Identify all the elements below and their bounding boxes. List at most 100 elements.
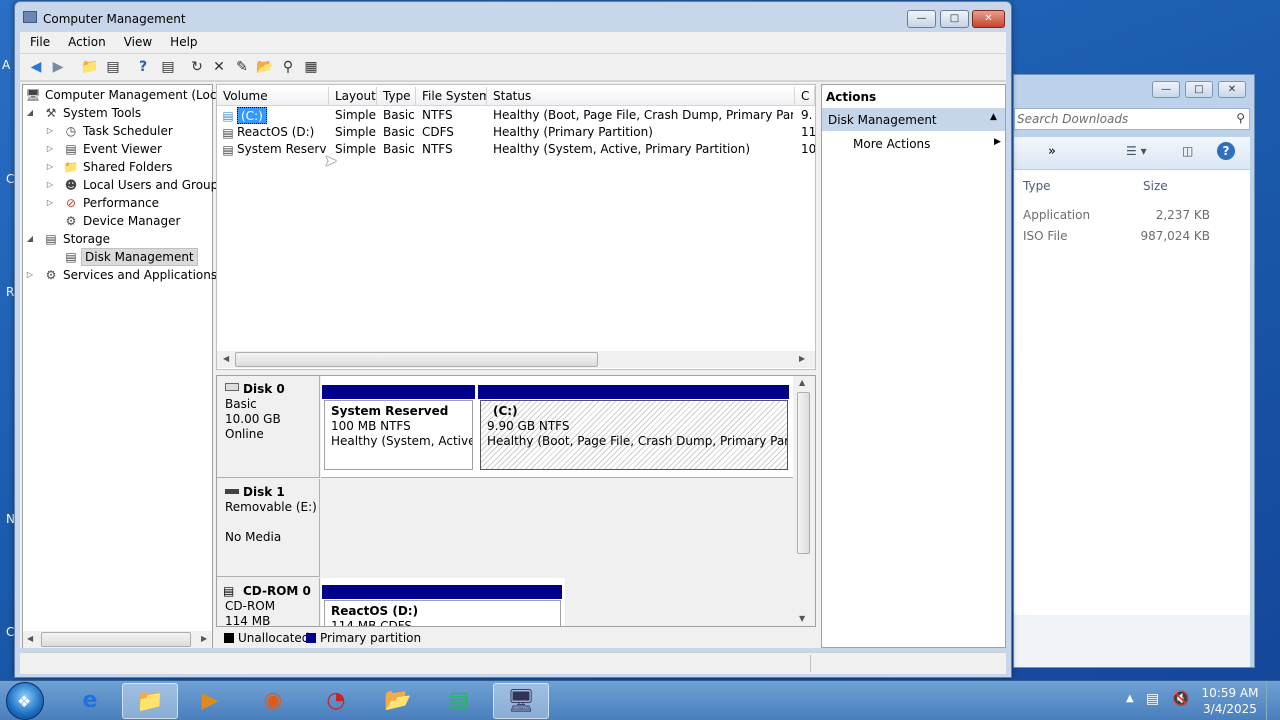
close-button[interactable]: ✕: [1218, 81, 1246, 98]
internet-explorer-icon[interactable]: e: [62, 683, 118, 719]
column-header-size[interactable]: Size: [1143, 179, 1168, 193]
preview-pane-icon[interactable]: ◫: [1182, 144, 1193, 158]
window-title: Computer Management: [43, 12, 186, 26]
users-icon: ☻: [64, 178, 78, 192]
clock-date: 3/4/2025: [1203, 702, 1257, 716]
help-icon[interactable]: ?: [1217, 142, 1235, 160]
menu-help[interactable]: Help: [160, 32, 205, 49]
help-icon[interactable]: ?: [134, 58, 152, 76]
scrollbar-thumb[interactable]: [797, 392, 810, 554]
window-titlebar[interactable]: Computer Management — □ ✕: [15, 2, 1011, 32]
up-folder-icon[interactable]: 📁: [81, 58, 99, 76]
computer-management-icon: [23, 11, 37, 23]
minimize-button[interactable]: —: [1152, 81, 1180, 98]
expand-icon[interactable]: ▷: [45, 158, 55, 176]
expand-icon[interactable]: ▷: [45, 176, 55, 194]
scrollbar-thumb[interactable]: [41, 632, 191, 647]
disk-icon: [225, 383, 239, 391]
partition-system-reserved[interactable]: System Reserved 100 MB NTFS Healthy (Sys…: [324, 400, 473, 470]
file-type[interactable]: ISO File: [1023, 229, 1068, 243]
scroll-right-icon[interactable]: ▶: [201, 634, 207, 643]
column-header-capacity[interactable]: C: [795, 87, 815, 106]
tree-item-label: Services and Applications: [63, 268, 218, 282]
tree-item-label: Computer Management (Local: [45, 88, 228, 102]
show-hide-tree-icon[interactable]: ▤: [104, 58, 122, 76]
file-type[interactable]: Application: [1023, 208, 1090, 222]
disk-0-label[interactable]: Disk 0 Basic 10.00 GB Online: [217, 376, 320, 478]
collapse-section-icon[interactable]: ▲: [990, 112, 997, 122]
folder-app-icon[interactable]: 📂: [370, 683, 426, 719]
show-hidden-icons-chevron[interactable]: ▲: [1126, 693, 1134, 704]
downloads-file-list: Type Size Application 2,237 KB ISO File …: [1014, 170, 1250, 615]
view-options-icon[interactable]: ☰ ▾: [1126, 144, 1147, 158]
search-icon[interactable]: ⚲: [279, 58, 297, 76]
expand-icon[interactable]: ▷: [45, 194, 55, 212]
taskbar: ❖ e 📁 ▶ ◉ ◔ 📂 ▤ 🖥 ▲ ▤ 🔇 10:59 AM 3/4/202…: [0, 680, 1280, 720]
column-header-type[interactable]: Type: [1023, 179, 1051, 193]
downloads-window[interactable]: — □ ✕ Search Downloads ⚲ » ☰ ▾ ◫ ? Type …: [1013, 74, 1255, 668]
minimize-button[interactable]: —: [907, 10, 936, 28]
media-player-icon[interactable]: ▶: [182, 683, 238, 719]
scroll-up-icon[interactable]: ▲: [799, 378, 805, 387]
column-header-file-system[interactable]: File System: [416, 87, 487, 106]
disk-properties-icon[interactable]: ▦: [302, 58, 320, 76]
close-button[interactable]: ✕: [972, 10, 1005, 28]
expand-icon[interactable]: ▷: [45, 122, 55, 140]
file-explorer-icon[interactable]: 📁: [122, 683, 178, 719]
expand-icon[interactable]: ▷: [45, 140, 55, 158]
collapse-icon[interactable]: ◢: [25, 230, 35, 248]
tree-horizontal-scrollbar[interactable]: ◀ ▶: [23, 631, 212, 648]
more-actions-item[interactable]: More Actions ▶: [822, 134, 1005, 156]
performance-icon: ⊘: [65, 196, 77, 210]
cdrom-0-label[interactable]: ▤ CD-ROM 0 CD-ROM 114 MB: [217, 578, 320, 626]
search-downloads-input[interactable]: Search Downloads ⚲: [1014, 108, 1250, 130]
properties-icon[interactable]: ✎: [233, 58, 251, 76]
partition-reactos-d[interactable]: ReactOS (D:) 114 MB CDFS: [324, 600, 561, 626]
control-panel-icon[interactable]: ▤: [431, 683, 487, 719]
delete-icon[interactable]: ✕: [210, 58, 228, 76]
tree-item-label: Event Viewer: [83, 142, 162, 156]
network-icon[interactable]: ▤: [1146, 691, 1159, 707]
more-chevron[interactable]: »: [1048, 144, 1056, 159]
column-header-volume[interactable]: Volume: [217, 87, 329, 106]
disk-1-label[interactable]: Disk 1 Removable (E:) No Media: [217, 479, 320, 577]
menu-view[interactable]: View: [114, 32, 160, 49]
scroll-left-icon[interactable]: ◀: [223, 354, 229, 363]
scroll-left-icon[interactable]: ◀: [27, 634, 33, 643]
system-clock[interactable]: 10:59 AM 3/4/2025: [1200, 685, 1260, 717]
refresh-icon[interactable]: ↻: [188, 58, 206, 76]
primary-partition-bar: [322, 585, 562, 599]
back-arrow-icon[interactable]: ◀: [27, 58, 45, 76]
menu-action[interactable]: Action: [58, 32, 114, 49]
downloads-titlebar[interactable]: — □ ✕: [1014, 75, 1254, 107]
partition-c-drive[interactable]: (C:) 9.90 GB NTFS Healthy (Boot, Page Fi…: [480, 400, 788, 470]
volume-list-horizontal-scrollbar[interactable]: ◀ ▶: [217, 351, 815, 368]
column-header-status[interactable]: Status: [487, 87, 795, 106]
computer-management-window[interactable]: Computer Management — □ ✕ File Action View…: [14, 1, 1012, 678]
scrollbar-thumb[interactable]: [235, 352, 598, 367]
firefox-icon[interactable]: ◉: [245, 683, 301, 719]
column-header-type[interactable]: Type: [377, 87, 416, 106]
maximize-button[interactable]: □: [1185, 81, 1213, 98]
open-folder-icon[interactable]: 📂: [256, 58, 274, 76]
actions-section-label: Disk Management: [828, 113, 937, 127]
scroll-right-icon[interactable]: ▶: [799, 354, 805, 363]
start-button[interactable]: ❖: [6, 682, 44, 720]
actions-section-disk-management[interactable]: Disk Management ▲: [822, 108, 1005, 131]
expand-icon[interactable]: ▷: [25, 266, 35, 284]
volume-muted-icon[interactable]: 🔇: [1172, 691, 1189, 707]
maximize-button[interactable]: □: [940, 10, 969, 28]
collapse-icon[interactable]: ◢: [25, 104, 35, 122]
disk-view-vertical-scrollbar[interactable]: ▲ ▼: [795, 376, 812, 626]
scroll-down-icon[interactable]: ▼: [799, 614, 805, 623]
primary-partition-swatch: [306, 633, 316, 643]
search-icon[interactable]: ⚲: [1236, 111, 1245, 125]
volume-type: Basic: [383, 142, 415, 156]
show-desktop-button[interactable]: [1266, 681, 1280, 720]
computer-management-taskbar-icon[interactable]: 🖥: [493, 683, 549, 719]
app-logo-icon[interactable]: ◔: [308, 683, 364, 719]
column-header-layout[interactable]: Layout: [329, 87, 377, 106]
forward-arrow-icon[interactable]: ▶: [49, 58, 67, 76]
show-hide-action-pane-icon[interactable]: ▤: [159, 58, 177, 76]
menu-file[interactable]: File: [20, 32, 58, 49]
